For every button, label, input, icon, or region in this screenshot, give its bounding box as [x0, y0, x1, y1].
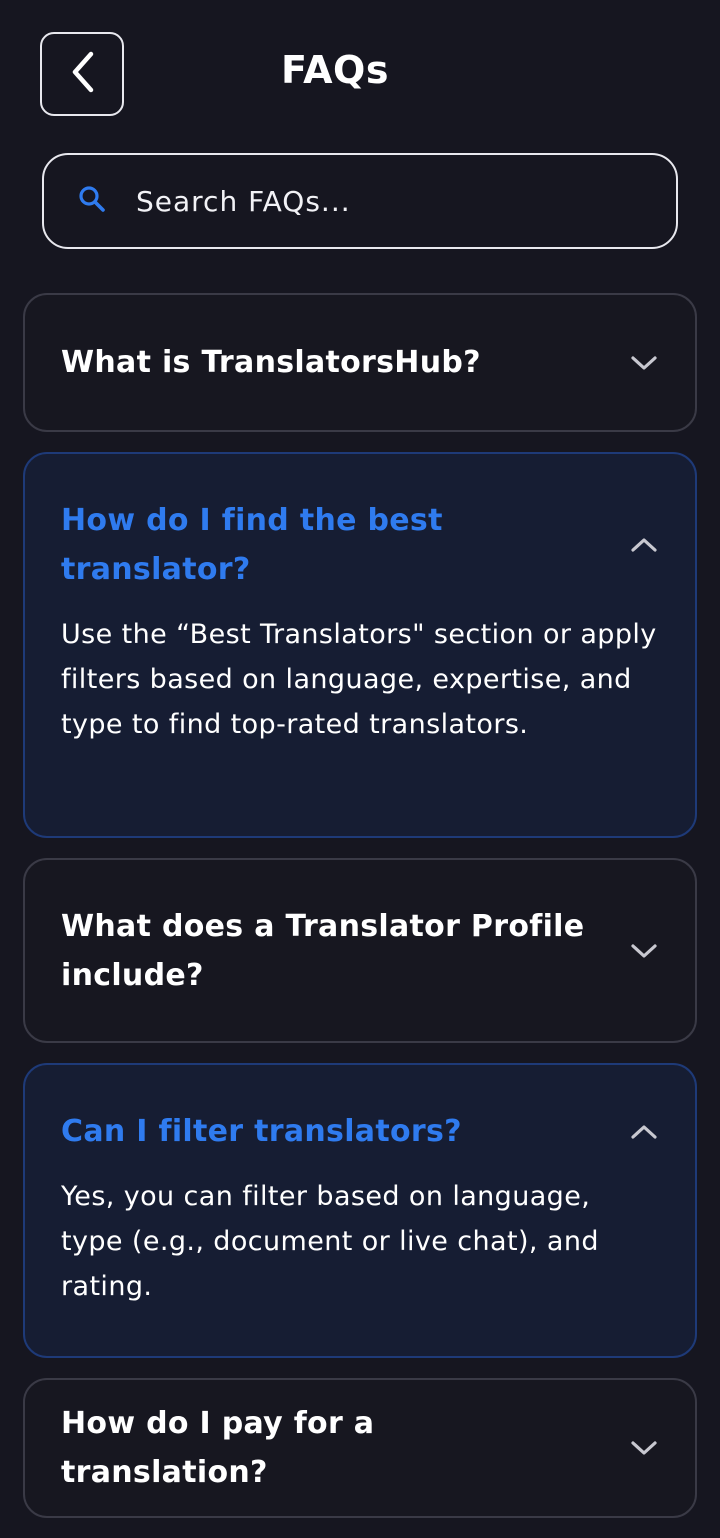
faq-question-row[interactable]: What does a Translator Profile include? — [25, 860, 695, 1041]
faq-answer: Use the “Best Translators" section or ap… — [61, 619, 657, 740]
faq-answer: Yes, you can filter based on language, t… — [61, 1181, 599, 1302]
faq-question-row[interactable]: Can I filter translators? — [25, 1065, 695, 1156]
page-title: FAQs — [281, 48, 389, 92]
faq-question: Can I filter translators? — [61, 1114, 462, 1149]
faq-question-row[interactable]: How do I find the best translator? — [25, 454, 695, 594]
faq-question: What is TranslatorsHub? — [61, 345, 481, 380]
header: FAQs — [0, 0, 720, 150]
faq-question: How do I pay for a translation? — [61, 1406, 375, 1490]
chevron-down-icon[interactable] — [629, 936, 659, 966]
chevron-up-icon[interactable] — [629, 530, 659, 560]
chevron-down-icon[interactable] — [629, 1433, 659, 1463]
faq-item-translator-profile[interactable]: What does a Translator Profile include? — [23, 858, 697, 1043]
faq-item-find-best-translator[interactable]: How do I find the best translator? Use t… — [23, 452, 697, 838]
faq-question-row[interactable]: How do I pay for a translation? — [25, 1380, 695, 1516]
faq-list: What is TranslatorsHub? How do I find th… — [23, 293, 697, 1538]
faq-question: How do I find the best translator? — [61, 503, 443, 587]
faq-question-row[interactable]: What is TranslatorsHub? — [25, 295, 695, 430]
search-input[interactable] — [136, 184, 616, 218]
faq-item-filter-translators[interactable]: Can I filter translators? Yes, you can f… — [23, 1063, 697, 1358]
search-bar[interactable] — [42, 153, 678, 249]
faq-item-pay-translation[interactable]: How do I pay for a translation? — [23, 1378, 697, 1518]
chevron-up-icon[interactable] — [629, 1117, 659, 1147]
search-icon — [78, 185, 106, 217]
faq-item-what-is-translatorshub[interactable]: What is TranslatorsHub? — [23, 293, 697, 432]
faq-question: What does a Translator Profile include? — [61, 908, 585, 993]
chevron-down-icon[interactable] — [629, 348, 659, 378]
